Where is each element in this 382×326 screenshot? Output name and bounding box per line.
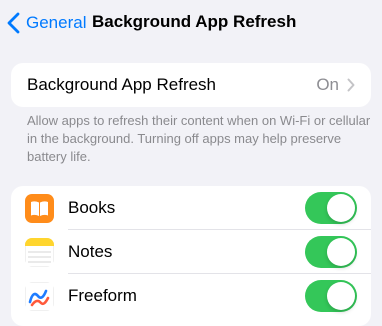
chevron-right-icon (347, 78, 355, 92)
notes-icon (25, 237, 54, 267)
freeform-icon (25, 281, 54, 311)
freeform-toggle[interactable] (305, 280, 357, 312)
setting-label: Background App Refresh (27, 75, 217, 94)
setting-card: Background App Refresh On (11, 63, 371, 107)
toggle-knob (327, 282, 355, 310)
app-row-notes: Notes (11, 230, 371, 274)
back-button-label: General (26, 13, 87, 32)
app-label: Books (68, 198, 116, 217)
apps-list: Books Notes Freeform (11, 186, 371, 326)
books-toggle[interactable] (305, 192, 357, 224)
app-label: Freeform (68, 286, 137, 305)
books-icon (25, 193, 54, 223)
footnote-text: Allow apps to refresh their content when… (27, 113, 371, 164)
chevron-left-icon (2, 10, 24, 36)
back-button[interactable]: General (2, 10, 86, 36)
app-label: Notes (68, 242, 113, 261)
app-row-freeform: Freeform (11, 274, 371, 318)
setting-value: On (316, 75, 339, 94)
background-app-refresh-row[interactable]: Background App Refresh On (11, 63, 371, 107)
page-title: Background App Refresh (92, 12, 297, 31)
navigation-bar: General Background App Refresh (0, 0, 382, 46)
app-row-books: Books (11, 186, 371, 230)
toggle-knob (327, 194, 355, 222)
notes-toggle[interactable] (305, 236, 357, 268)
toggle-knob (327, 238, 355, 266)
